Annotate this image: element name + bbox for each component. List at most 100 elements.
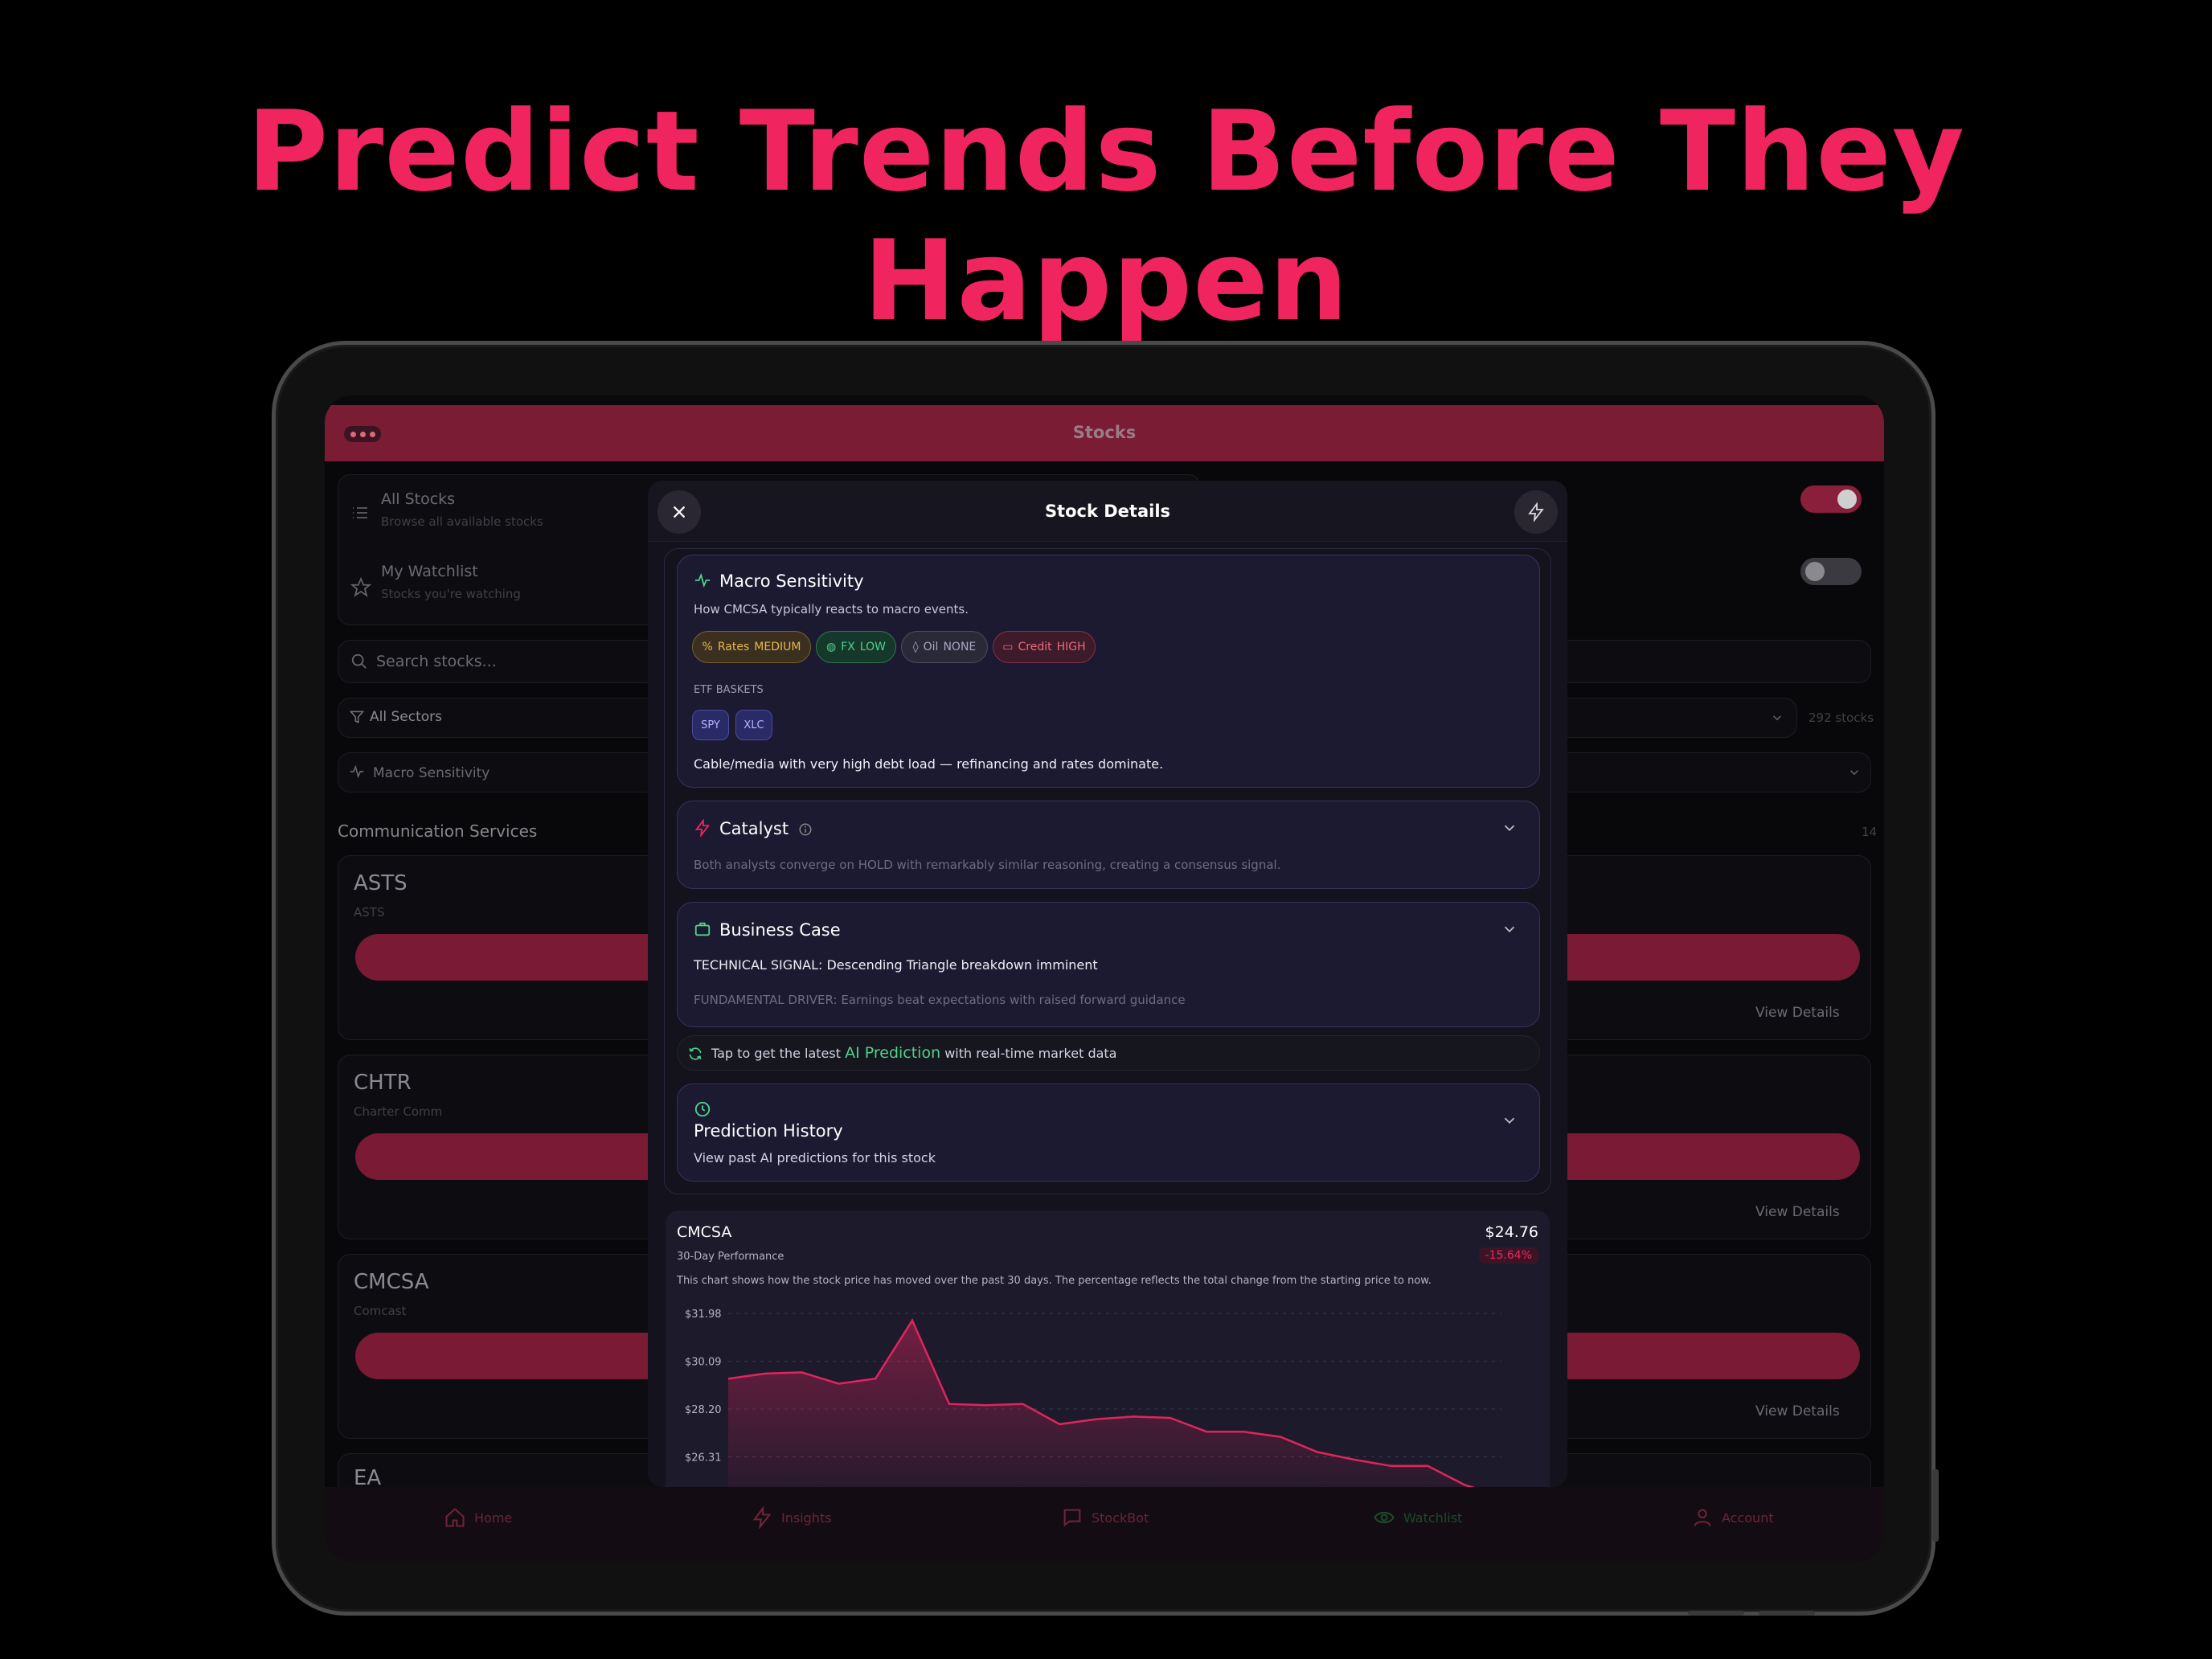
stock-ticker: CMCSA [354, 1270, 429, 1294]
pulse-icon [350, 764, 364, 779]
star-icon [350, 577, 371, 597]
bolt-icon [752, 1506, 772, 1529]
etf-chip[interactable]: SPY [692, 710, 729, 740]
stock-details-modal: Stock Details Macro Sensitivity How CMCS… [648, 481, 1567, 1487]
y-tick-label: $31.98 [685, 1309, 722, 1321]
price-chart: $31.98$30.09$28.20$26.31$24.42 [685, 1309, 1501, 1487]
user-icon [1694, 1509, 1711, 1526]
stock-name: ASTS [354, 905, 385, 920]
all-stocks-toggle[interactable] [1800, 485, 1862, 513]
catalyst-title: Catalyst [719, 819, 789, 838]
nav-watchlist[interactable]: Watchlist [1373, 1506, 1462, 1529]
view-details-link[interactable]: View Details [1755, 1005, 1840, 1021]
refresh-pre: Tap to get the latest [711, 1046, 841, 1061]
bolt-icon [694, 819, 711, 837]
pulse-icon [694, 572, 711, 588]
chart-price: $24.76 [1485, 1223, 1538, 1241]
card-icon: ▭ [1002, 641, 1014, 653]
watchlist-label[interactable]: My Watchlist [381, 563, 478, 580]
pill-level: LOW [859, 641, 887, 653]
pill-label: Rates [717, 641, 750, 653]
view-details-link[interactable]: View Details [1755, 1204, 1840, 1220]
pill-level: NONE [943, 641, 977, 653]
macro-note: Cable/media with very high debt load — r… [694, 756, 1164, 772]
chart-change-badge: -15.64% [1478, 1247, 1538, 1264]
bolt-icon [1528, 502, 1544, 522]
nav-home[interactable]: Home [444, 1506, 512, 1529]
refresh-post: with real-time market data [944, 1046, 1117, 1061]
nav-label: StockBot [1092, 1509, 1149, 1526]
quick-action-button[interactable] [1514, 490, 1558, 534]
title-bar: Stocks [325, 405, 1884, 461]
nav-label: Home [474, 1509, 513, 1526]
refresh-text: Tap to get the latest AI Prediction with… [711, 1044, 1116, 1062]
macro-section: Macro Sensitivity How CMCSA typically re… [677, 555, 1540, 788]
price-area [728, 1320, 1472, 1487]
all-stocks-sub: Browse all available stocks [381, 514, 543, 529]
sector-filter-label: All Sectors [370, 709, 442, 725]
pill-label: Credit [1018, 641, 1052, 653]
app-title: Stocks [1072, 423, 1137, 442]
catalyst-text: Both analysts converge on HOLD with rema… [694, 858, 1281, 872]
tablet-top-button-2 [1759, 1611, 1815, 1616]
stock-name: Charter Comm [354, 1104, 443, 1119]
oil-pill: ◊ Oil NONE [901, 631, 988, 663]
history-title: Prediction History [694, 1121, 843, 1141]
business-title: Business Case [719, 920, 841, 940]
history-section[interactable]: Prediction History View past AI predicti… [677, 1083, 1540, 1182]
business-section[interactable]: Business Case TECHNICAL SIGNAL: Descendi… [677, 902, 1540, 1027]
clock-icon [694, 1101, 711, 1117]
nav-label: Watchlist [1403, 1509, 1463, 1526]
pill-level: HIGH [1056, 641, 1086, 653]
refresh-icon [689, 1047, 702, 1060]
watchlist-toggle[interactable] [1800, 558, 1862, 585]
etf-label: ETF BASKETS [694, 684, 764, 696]
bottom-nav: Home Insights StockBot Watchlist Account [325, 1487, 1884, 1561]
nav-label: Account [1722, 1509, 1774, 1526]
catalyst-section[interactable]: Catalyst Both analysts converge on HOLD … [677, 801, 1540, 889]
chat-icon [1063, 1509, 1081, 1527]
stock-name: Comcast [354, 1304, 407, 1318]
marketing-canvas: { "headline": "Predict Trends Before The… [0, 0, 2212, 1659]
all-stocks-label[interactable]: All Stocks [381, 490, 455, 508]
droplet-icon: ◊ [912, 641, 919, 653]
eye-icon [1374, 1511, 1395, 1524]
chevron-down-icon [1504, 926, 1515, 933]
chart-ticker: CMCSA [677, 1223, 732, 1241]
rates-pill: % Rates MEDIUM [692, 631, 811, 663]
stock-ticker: CHTR [354, 1071, 412, 1095]
chart-desc: This chart shows how the stock price has… [677, 1275, 1432, 1287]
chevron-down-icon [1772, 715, 1782, 721]
headline: Predict Trends Before They Happen [247, 87, 1965, 346]
pill-label: FX [841, 641, 855, 653]
chart-subtitle: 30-Day Performance [677, 1251, 784, 1263]
pill-level: MEDIUM [754, 641, 801, 653]
fx-pill: ◍ FX LOW [816, 631, 896, 663]
refresh-prompt[interactable]: Tap to get the latest AI Prediction with… [677, 1035, 1540, 1071]
y-tick-label: $28.20 [685, 1404, 722, 1416]
y-tick-label: $30.09 [685, 1357, 722, 1369]
list-icon [353, 507, 367, 518]
percent-icon: % [702, 641, 713, 653]
home-icon [445, 1508, 465, 1527]
chevron-down-icon [1849, 770, 1859, 776]
refresh-highlight: AI Prediction [845, 1044, 941, 1062]
etf-chip[interactable]: XLC [735, 710, 772, 740]
info-icon[interactable] [798, 822, 813, 837]
app-screen: Stocks All Stocks Browse all available s… [325, 395, 1884, 1561]
tablet-side-button [1932, 1469, 1939, 1542]
stock-ticker: ASTS [354, 871, 408, 895]
pill-label: Oil [923, 641, 939, 653]
macro-desc: How CMCSA typically reacts to macro even… [694, 602, 969, 616]
nav-insights[interactable]: Insights [751, 1506, 832, 1529]
group-count: 14 [1862, 825, 1878, 839]
business-line1: TECHNICAL SIGNAL: Descending Triangle br… [694, 957, 1098, 973]
tablet-top-button [1688, 1611, 1744, 1616]
business-line2: FUNDAMENTAL DRIVER: Earnings beat expect… [694, 993, 1186, 1007]
view-details-link[interactable]: View Details [1755, 1403, 1840, 1419]
search-placeholder: Search stocks... [376, 653, 497, 670]
nav-stockbot[interactable]: StockBot [1061, 1506, 1149, 1529]
filter-icon [349, 711, 365, 723]
nav-account[interactable]: Account [1691, 1506, 1774, 1529]
chevron-down-icon [1504, 1117, 1515, 1124]
